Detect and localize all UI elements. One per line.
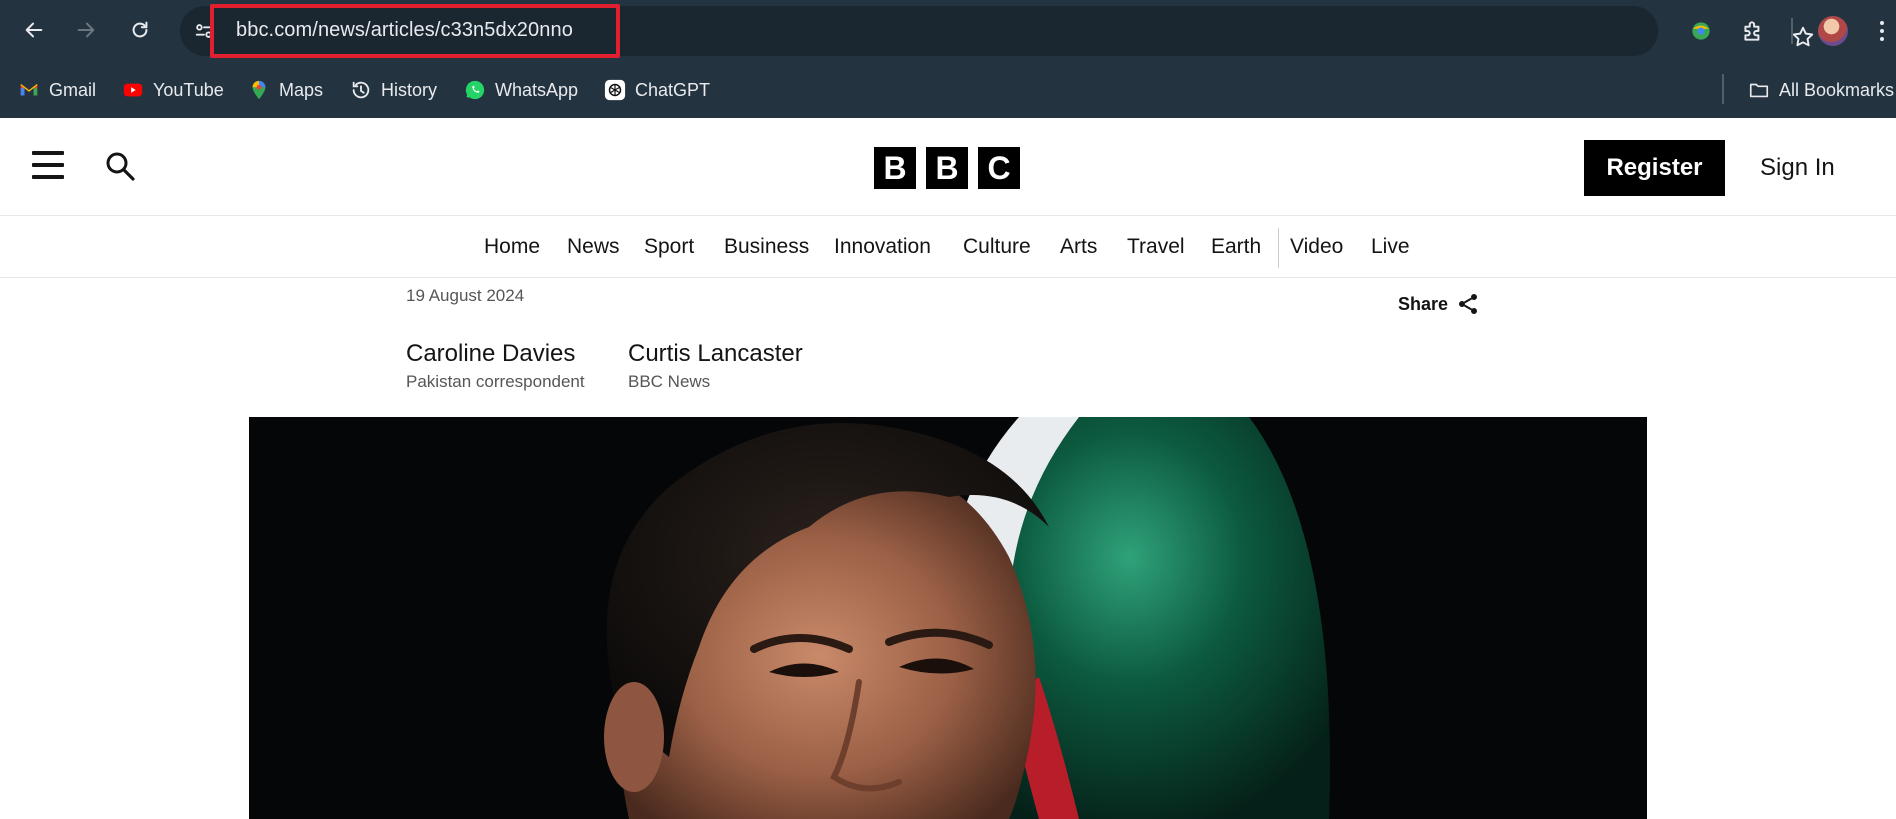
logo-letter: B: [926, 147, 968, 189]
all-bookmarks[interactable]: All Bookmarks: [1748, 76, 1894, 104]
search-icon[interactable]: [104, 150, 136, 182]
bookmark-label: Gmail: [49, 79, 97, 100]
author-name[interactable]: Curtis Lancaster: [628, 340, 803, 368]
address-bar[interactable]: bbc.com/news/articles/c33n5dx20nno: [180, 6, 1814, 56]
hero-photo: [249, 417, 1647, 819]
browser-chrome: bbc.com/news/articles/c33n5dx20nno Gmail: [0, 0, 1896, 118]
author-byline: Curtis Lancaster BBC News: [628, 340, 803, 392]
logo-letter: C: [978, 147, 1020, 189]
nav-travel[interactable]: Travel: [1127, 216, 1185, 278]
bookmark-youtube[interactable]: YouTube: [122, 76, 224, 104]
bookmark-label: YouTube: [153, 79, 224, 100]
bookmark-maps[interactable]: Maps: [248, 76, 323, 104]
masthead: B B C Register Sign In: [0, 118, 1896, 216]
main-nav: Home News Sport Business Innovation Cult…: [0, 216, 1896, 278]
extensions-puzzle-icon[interactable]: [1736, 14, 1770, 48]
browser-toolbar: bbc.com/news/articles/c33n5dx20nno: [0, 0, 1896, 62]
nav-video[interactable]: Video: [1290, 216, 1343, 278]
url-text[interactable]: bbc.com/news/articles/c33n5dx20nno: [236, 19, 573, 42]
nav-business[interactable]: Business: [724, 216, 809, 278]
back-arrow-icon: [25, 22, 43, 38]
bookmark-label: ChatGPT: [635, 79, 711, 100]
back-button[interactable]: [16, 12, 52, 48]
forward-button[interactable]: [68, 12, 104, 48]
bookmark-gmail[interactable]: Gmail: [18, 76, 96, 104]
author-role: Pakistan correspondent: [406, 372, 585, 391]
bbc-logo[interactable]: B B C: [874, 147, 1020, 189]
nav-innovation[interactable]: Innovation: [834, 216, 931, 278]
logo-letter: B: [874, 147, 916, 189]
reload-button[interactable]: [122, 12, 158, 48]
author-name[interactable]: Caroline Davies: [406, 340, 585, 368]
nav-sport[interactable]: Sport: [644, 216, 694, 278]
bookmark-chatgpt[interactable]: ChatGPT: [604, 76, 710, 104]
nav-divider: [1278, 228, 1279, 268]
bookmark-label: WhatsApp: [495, 79, 579, 100]
share-label: Share: [1398, 293, 1449, 314]
gmail-icon: [18, 79, 40, 101]
menu-hamburger-icon[interactable]: [32, 151, 64, 179]
bookmarks-divider: [1722, 74, 1724, 104]
bookmark-whatsapp[interactable]: WhatsApp: [464, 76, 578, 104]
share-icon: [1459, 294, 1478, 314]
youtube-icon: [122, 79, 144, 101]
profile-avatar[interactable]: [1818, 16, 1848, 46]
bbc-page: B B C Register Sign In Home News Sport B…: [0, 118, 1896, 819]
folder-icon: [1748, 79, 1770, 101]
nav-culture[interactable]: Culture: [963, 216, 1031, 278]
site-info-icon[interactable]: [192, 19, 216, 43]
bookmarks-bar: Gmail YouTube Maps History WhatsApp Chat…: [0, 62, 1896, 118]
nav-arts[interactable]: Arts: [1060, 216, 1097, 278]
author-role: BBC News: [628, 372, 711, 391]
share-button[interactable]: Share: [1398, 292, 1480, 316]
forward-arrow-icon: [77, 22, 95, 38]
reload-icon: [132, 21, 148, 38]
register-button[interactable]: Register: [1584, 140, 1725, 196]
history-icon: [350, 79, 372, 101]
all-bookmarks-label: All Bookmarks: [1779, 79, 1895, 100]
sign-in-link[interactable]: Sign In: [1760, 140, 1835, 196]
bookmark-label: Maps: [279, 79, 324, 100]
toolbar-divider: [1791, 18, 1793, 44]
hero-image: [249, 417, 1647, 819]
maps-icon: [248, 79, 270, 101]
nav-news[interactable]: News: [567, 216, 620, 278]
bookmark-history[interactable]: History: [350, 76, 437, 104]
author-byline: Caroline Davies Pakistan correspondent: [406, 340, 585, 392]
nav-home[interactable]: Home: [484, 216, 540, 278]
extension-icon[interactable]: [1684, 14, 1718, 48]
chatgpt-icon: [604, 79, 626, 101]
whatsapp-icon: [464, 79, 486, 101]
article-date: 19 August 2024: [406, 286, 525, 305]
bookmark-label: History: [381, 79, 438, 100]
nav-live[interactable]: Live: [1371, 216, 1410, 278]
nav-earth[interactable]: Earth: [1211, 216, 1261, 278]
browser-menu-icon[interactable]: [1872, 16, 1892, 46]
